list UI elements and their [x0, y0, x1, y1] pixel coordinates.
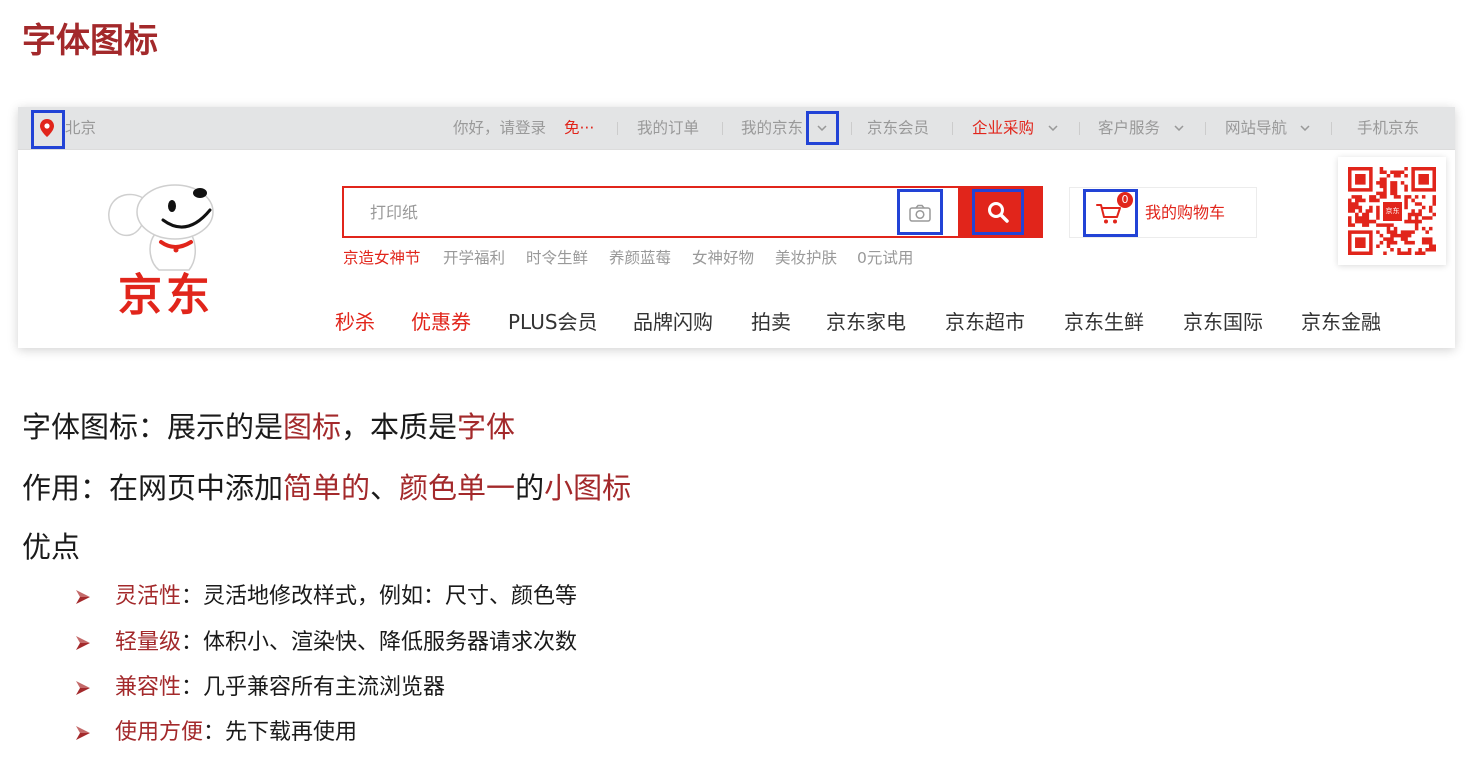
- topbar-link-mobile-jd[interactable]: 手机京东: [1357, 118, 1419, 138]
- topbar-link-site-nav[interactable]: 网站导航: [1225, 118, 1287, 138]
- topbar-separator: [722, 122, 723, 135]
- hot-word[interactable]: 0元试用: [857, 248, 913, 268]
- annotation-box-location-icon: [31, 110, 65, 149]
- advantage-term: 灵活性: [115, 584, 182, 609]
- jd-header-screenshot: 北京 你好，请登录 免··· 我的订单 我的京东 京东会员 企业采购 客户服务 …: [18, 107, 1455, 348]
- purpose-segment: 的: [515, 471, 545, 505]
- advantage-item: 使用方便：先下载再使用: [0, 720, 900, 746]
- chevron-down-icon[interactable]: [1300, 125, 1310, 131]
- advantage-desc: ：几乎兼容所有主流浏览器: [181, 675, 446, 700]
- hot-word[interactable]: 养颜蓝莓: [609, 248, 671, 268]
- chevron-down-icon[interactable]: [1048, 125, 1058, 131]
- bullet-arrow-icon: [76, 636, 90, 650]
- slide-title: 字体图标: [22, 21, 158, 61]
- advantage-item: 灵活性：灵活地修改样式，例如：尺寸、颜色等: [0, 584, 900, 610]
- bullet-arrow-icon: [76, 681, 90, 695]
- nav-item-coupons[interactable]: 优惠券: [411, 310, 471, 334]
- annotation-box-camera-icon: [897, 189, 943, 235]
- topbar-separator: [617, 122, 618, 135]
- jd-logo-text[interactable]: 京东: [118, 272, 214, 320]
- purpose-line: 作用：在网页中添加简单的、颜色单一的小图标: [22, 471, 631, 505]
- hot-word[interactable]: 京造女神节: [343, 248, 421, 268]
- topbar-link-customer-service[interactable]: 客户服务: [1098, 118, 1160, 138]
- topbar-link-my-orders[interactable]: 我的订单: [637, 118, 699, 138]
- advantage-desc: ：灵活地修改样式，例如：尺寸、颜色等: [181, 584, 578, 609]
- nav-item-supermarket[interactable]: 京东超市: [945, 310, 1025, 334]
- advantage-desc: ：体积小、渲染快、降低服务器请求次数: [181, 630, 578, 655]
- advantages-heading: 优点: [22, 530, 81, 564]
- intro-line: 字体图标：展示的是图标，本质是字体: [22, 410, 515, 444]
- hot-word[interactable]: 时令生鲜: [526, 248, 588, 268]
- advantage-text: 兼容性：几乎兼容所有主流浏览器: [115, 675, 445, 701]
- chevron-down-icon[interactable]: [1174, 125, 1184, 131]
- topbar-link-my-jd[interactable]: 我的京东: [741, 118, 803, 138]
- intro-segment: ，本质是: [341, 410, 458, 444]
- jd-joy-dog-mascot-icon[interactable]: [107, 182, 217, 272]
- nav-item-plus-membership[interactable]: PLUS会员: [508, 310, 598, 334]
- purpose-highlight: 小图标: [544, 471, 632, 505]
- nav-item-appliances[interactable]: 京东家电: [826, 310, 906, 334]
- nav-item-finance[interactable]: 京东金融: [1301, 310, 1381, 334]
- topbar-separator: [1331, 122, 1332, 135]
- nav-item-brand-flash[interactable]: 品牌闪购: [633, 310, 713, 334]
- purpose-highlight: 颜色单一: [399, 471, 516, 505]
- search-input[interactable]: [344, 188, 894, 236]
- advantage-text: 轻量级：体积小、渲染快、降低服务器请求次数: [115, 630, 577, 656]
- bullet-arrow-icon: [76, 726, 90, 740]
- topbar-separator: [1079, 122, 1080, 135]
- qr-center-logo: 京东: [1381, 200, 1404, 223]
- bullet-arrow-icon: [76, 590, 90, 604]
- advantage-term: 轻量级: [115, 630, 182, 655]
- jd-topbar: 北京 你好，请登录 免··· 我的订单 我的京东 京东会员 企业采购 客户服务 …: [18, 107, 1455, 150]
- advantage-item: 兼容性：几乎兼容所有主流浏览器: [0, 675, 900, 701]
- topbar-separator: [851, 122, 852, 135]
- cart-label[interactable]: 我的购物车: [1145, 203, 1225, 223]
- topbar-register-link[interactable]: 免···: [564, 118, 594, 138]
- nav-item-flash-sale[interactable]: 秒杀: [335, 310, 375, 334]
- hot-word[interactable]: 美妆护肤: [775, 248, 837, 268]
- topbar-separator: [952, 122, 953, 135]
- nav-item-global[interactable]: 京东国际: [1183, 310, 1263, 334]
- advantage-term: 使用方便: [115, 720, 204, 745]
- advantage-item: 轻量级：体积小、渲染快、降低服务器请求次数: [0, 630, 900, 656]
- hot-word[interactable]: 开学福利: [443, 248, 505, 268]
- annotation-box-chevron-icon: [806, 111, 839, 145]
- qr-code[interactable]: 京东: [1338, 157, 1446, 265]
- jd-header-main: 京东 京造女神节 开学福利 时令生鲜 养颜蓝莓 女神好物 美妆护肤 0元试用: [18, 150, 1455, 348]
- topbar-link-enterprise[interactable]: 企业采购: [972, 118, 1034, 138]
- annotation-box-cart-icon: [1083, 189, 1138, 237]
- purpose-segment: 作用：在网页中添加: [22, 471, 284, 505]
- advantage-desc: ：先下载再使用: [203, 720, 358, 745]
- intro-highlight: 字体: [457, 410, 516, 444]
- advantage-text: 使用方便：先下载再使用: [115, 720, 357, 746]
- advantage-text: 灵活性：灵活地修改样式，例如：尺寸、颜色等: [115, 584, 577, 610]
- topbar-login-link[interactable]: 你好，请登录: [453, 118, 546, 138]
- advantage-term: 兼容性: [115, 675, 182, 700]
- topbar-separator: [1205, 122, 1206, 135]
- hot-word[interactable]: 女神好物: [692, 248, 754, 268]
- intro-highlight: 图标: [283, 410, 342, 444]
- intro-segment: 字体图标：展示的是: [22, 410, 284, 444]
- nav-item-fresh[interactable]: 京东生鲜: [1064, 310, 1144, 334]
- annotation-box-search-icon: [972, 189, 1024, 235]
- topbar-link-membership[interactable]: 京东会员: [867, 118, 929, 138]
- purpose-segment: 、: [370, 471, 400, 505]
- purpose-highlight: 简单的: [283, 471, 371, 505]
- nav-item-auction[interactable]: 拍卖: [751, 310, 791, 334]
- topbar-location[interactable]: 北京: [65, 118, 96, 138]
